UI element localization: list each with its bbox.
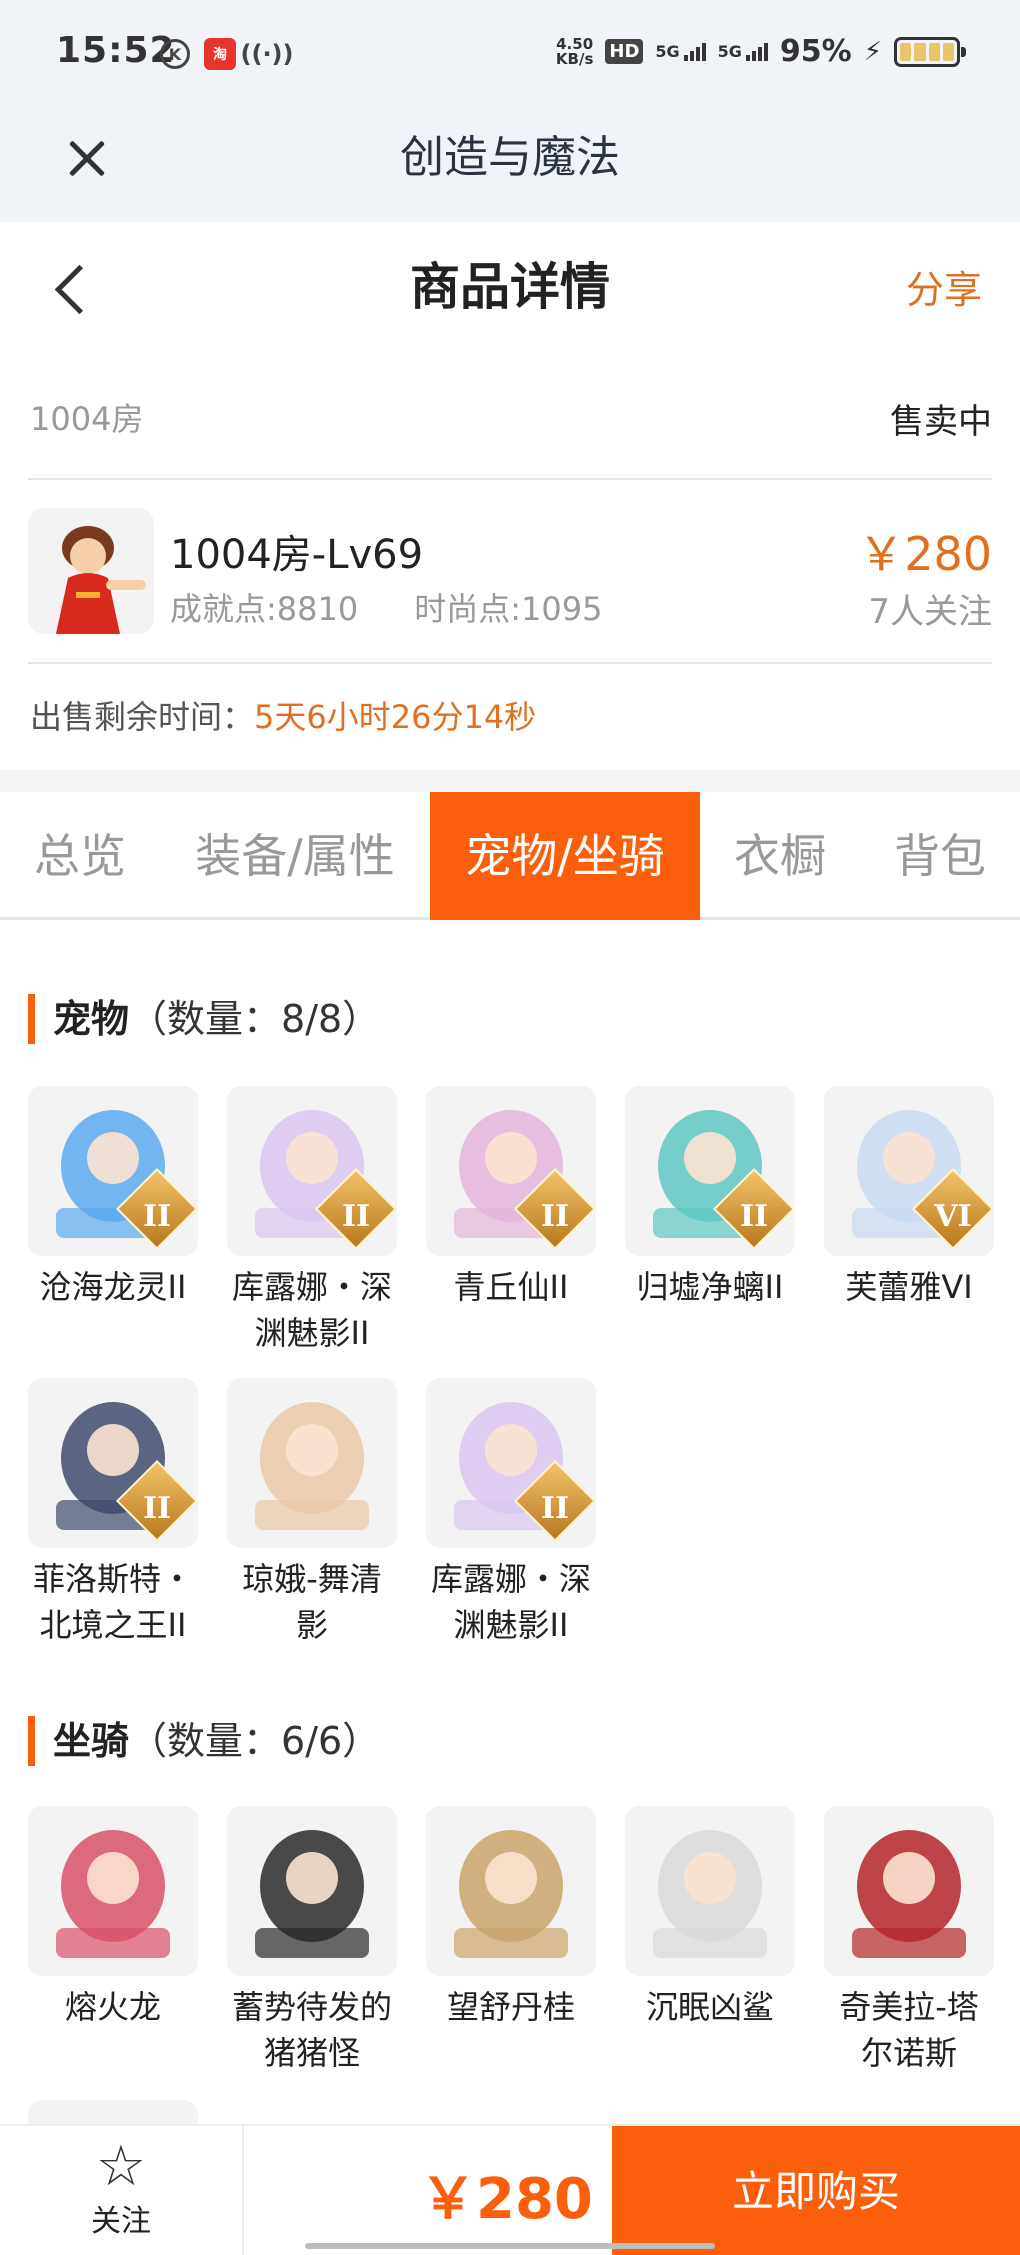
hd-icon: HD (605, 39, 644, 64)
remaining-time-label: 出售剩余时间： (30, 698, 255, 736)
tier-badge-label: II (739, 1199, 769, 1234)
buy-now-button[interactable]: 立即购买 (612, 2126, 1020, 2255)
tier-badge-label: II (540, 1199, 570, 1234)
white-shark-icon (625, 1806, 795, 1976)
item-price: ￥280 (858, 527, 992, 581)
tier-badge-label: II (341, 1199, 371, 1234)
grid-item[interactable]: 琼娥-舞清影 (227, 1378, 397, 1648)
grid-item-label: 蓄势待发的猪猪怪 (231, 1988, 392, 2072)
taobao-app-icon: 淘 (204, 38, 236, 70)
battery-icon (894, 36, 966, 67)
battery-percent: 95% (779, 34, 852, 69)
follower-count: 7人关注 (868, 592, 992, 632)
item-stats: 成就点:8810 时尚点:1095 (170, 584, 602, 630)
page-header: 商品详情 分享 (0, 222, 1020, 352)
white-hair-girl-icon: II (227, 1086, 397, 1256)
tier-badge-label: VI (934, 1199, 972, 1234)
teal-dragon-icon: II (625, 1086, 795, 1256)
app-header: 创造与魔法 (0, 110, 1020, 222)
charging-icon: ⚡ (863, 36, 882, 67)
grid-item-label: 芙蕾雅VI (845, 1268, 973, 1306)
grid-item[interactable]: 熔火龙 (28, 1806, 198, 2030)
signal-icon-1: 5G (655, 42, 706, 61)
remaining-time-value: 5天6小时26分14秒 (254, 698, 537, 736)
tab-backpack[interactable]: 背包 (870, 792, 1010, 920)
remaining-time: 出售剩余时间：5天6小时26分14秒 (30, 692, 536, 738)
chimera-beast-icon (824, 1806, 994, 1976)
room-row: 1004房 售卖中 (28, 380, 992, 480)
grid-item-label: 库露娜・深渊魅影II (231, 1268, 392, 1352)
grid-item-label: 琼娥-舞清影 (242, 1560, 382, 1644)
fashion-points: 时尚点:1095 (414, 590, 603, 628)
grid-item-label: 沧海龙灵II (39, 1268, 187, 1306)
grid-item[interactable]: II 菲洛斯特・北境之王II (28, 1378, 198, 1648)
pets-section-title: 宠物（数量：8/8） (28, 994, 380, 1044)
grid-item[interactable]: II 青丘仙II (426, 1086, 596, 1310)
tab-pets-mounts[interactable]: 宠物/坐骑 (430, 792, 700, 920)
follow-label: 关注 (91, 2204, 151, 2239)
tab-wardrobe[interactable]: 衣橱 (710, 792, 850, 920)
status-bar: 15:52 K 淘 ((·)) 4.50 KB/s HD 5G 5G 95% ⚡ (0, 0, 1020, 110)
item-summary: 1004房-Lv69 成就点:8810 时尚点:1095 ￥280 7人关注 (28, 482, 992, 664)
grid-item[interactable]: VI 芙蕾雅VI (824, 1086, 994, 1310)
grid-item[interactable]: 沉眠凶鲨 (625, 1806, 795, 2030)
bottom-bar: ☆ 关注 ￥280 立即购买 (0, 2124, 1020, 2255)
section-divider (0, 770, 1020, 792)
signal-icon-2: 5G (718, 42, 768, 61)
net-speed: 4.50 KB/s (555, 34, 594, 68)
grid-item[interactable]: II 库露娜・深渊魅影II (426, 1378, 596, 1648)
character-avatar (28, 508, 154, 634)
item-name: 1004房-Lv69 (170, 532, 424, 578)
tab-bar: 总览 装备/属性 宠物/坐骑 衣橱 背包 (0, 792, 1020, 920)
tab-overview[interactable]: 总览 (0, 792, 160, 920)
grid-item-label: 熔火龙 (64, 1988, 161, 2026)
status-time: 15:52 (56, 30, 176, 71)
status-left-icons: K 淘 ((·)) (160, 38, 294, 70)
tab-equipment[interactable]: 装备/属性 (170, 792, 420, 920)
sale-status: 售卖中 (890, 402, 992, 442)
follow-button[interactable]: ☆ 关注 (0, 2126, 244, 2255)
grid-item[interactable]: 望舒丹桂 (426, 1806, 596, 2030)
app-title: 创造与魔法 (400, 132, 620, 183)
grid-item-label: 归墟净螭II (636, 1268, 784, 1306)
grid-item[interactable]: 奇美拉-塔尔诺斯 (824, 1806, 994, 2076)
grid-item[interactable]: II 库露娜・深渊魅影II (227, 1086, 397, 1356)
achievement-points: 成就点:8810 (170, 590, 359, 628)
fox-fairy-icon: II (426, 1086, 596, 1256)
dancer-girl-icon (227, 1378, 397, 1548)
grid-item-label: 库露娜・深渊魅影II (430, 1560, 591, 1644)
white-hair-girl-icon: II (426, 1378, 596, 1548)
grid-item-label: 奇美拉-塔尔诺斯 (839, 1988, 979, 2072)
grid-item[interactable]: II 归墟净螭II (625, 1086, 795, 1310)
home-indicator[interactable] (305, 2243, 715, 2249)
grid-item-label: 望舒丹桂 (446, 1988, 575, 2026)
grid-item-label: 青丘仙II (453, 1268, 569, 1306)
tier-badge-label: II (142, 1491, 172, 1526)
black-pig-icon (227, 1806, 397, 1976)
hotspot-icon: ((·)) (240, 40, 294, 68)
k-app-icon: K (160, 39, 190, 69)
page-title: 商品详情 (410, 258, 610, 316)
grid-item-label: 菲洛斯特・北境之王II (32, 1560, 193, 1644)
grid-item[interactable]: II 沧海龙灵II (28, 1086, 198, 1310)
status-right-icons: 4.50 KB/s HD 5G 5G 95% ⚡ (555, 34, 966, 69)
mounts-section-title: 坐骑（数量：6/6） (28, 1716, 380, 1766)
grid-item[interactable]: 蓄势待发的猪猪怪 (227, 1806, 397, 2076)
dark-wolf-king-icon: II (28, 1378, 198, 1548)
swing-chair-icon (426, 1806, 596, 1976)
share-button[interactable]: 分享 (906, 262, 982, 318)
star-icon: ☆ (95, 2134, 147, 2199)
room-id: 1004房 (30, 400, 144, 438)
bottom-price: ￥280 (420, 2167, 593, 2232)
red-dragon-head-icon (28, 1806, 198, 1976)
grid-item-label: 沉眠凶鲨 (645, 1988, 774, 2026)
winged-goddess-icon: VI (824, 1086, 994, 1256)
tier-badge-label: II (142, 1199, 172, 1234)
blue-dragon-spirit-icon: II (28, 1086, 198, 1256)
tier-badge-label: II (540, 1491, 570, 1526)
